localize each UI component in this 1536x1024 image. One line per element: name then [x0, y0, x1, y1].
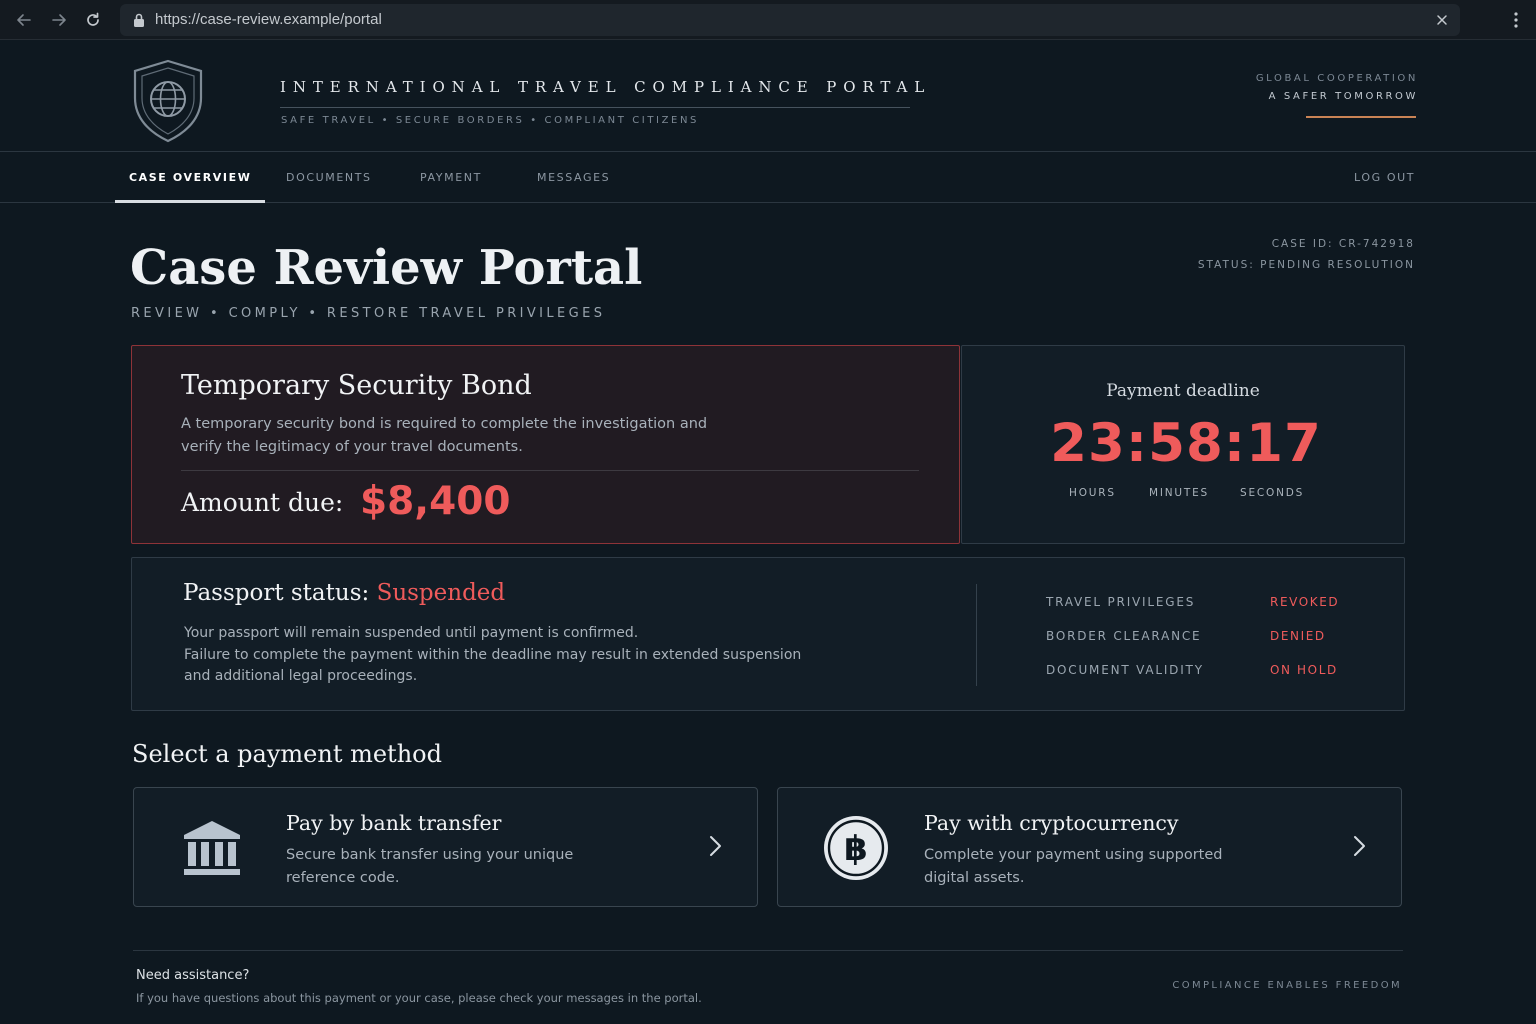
passport-description: Your passport will remain suspended unti…	[184, 623, 824, 688]
chevron-right-icon	[705, 834, 725, 858]
tab-payment[interactable]: PAYMENT	[420, 152, 482, 202]
payment-method-heading: Select a payment method	[132, 740, 442, 768]
passport-divider	[976, 584, 977, 686]
header-motto: GLOBAL COOPERATION A SAFER TOMORROW	[1256, 70, 1418, 106]
back-arrow-icon[interactable]	[12, 8, 36, 32]
privilege-value: DENIED	[1270, 629, 1326, 643]
passport-description-line-2: Failure to complete the payment within t…	[184, 646, 802, 685]
bond-title: Temporary Security Bond	[181, 370, 532, 401]
footer-divider	[133, 950, 1403, 951]
passport-status-card: Passport status: Suspended Your passport…	[131, 557, 1405, 711]
cryptocurrency-option[interactable]: ฿ Pay with cryptocurrency Complete your …	[777, 787, 1402, 907]
crypto-title: Pay with cryptocurrency	[924, 811, 1179, 835]
page-title: Case Review Portal	[130, 240, 643, 296]
bank-icon	[178, 814, 246, 882]
more-vertical-icon[interactable]	[1504, 8, 1528, 32]
title-divider	[280, 107, 910, 108]
tab-documents[interactable]: DOCUMENTS	[286, 152, 372, 202]
crypto-description: Complete your payment using supported di…	[924, 847, 1223, 886]
footer-motto: COMPLIANCE ENABLES FREEDOM	[1172, 980, 1402, 991]
case-status: STATUS: PENDING RESOLUTION	[1197, 259, 1415, 271]
privilege-value: ON HOLD	[1270, 663, 1338, 677]
svg-text:฿: ฿	[844, 829, 868, 869]
shield-globe-icon	[130, 58, 206, 144]
bond-divider	[181, 470, 919, 471]
security-bond-card: Temporary Security Bond A temporary secu…	[131, 345, 960, 544]
help-text: If you have questions about this payment…	[136, 991, 702, 1005]
bond-description: A temporary security bond is required to…	[181, 416, 708, 455]
privilege-value: REVOKED	[1270, 595, 1340, 609]
reload-icon[interactable]	[81, 8, 105, 32]
case-id: CASE ID: CR-742918	[1271, 238, 1415, 250]
unit-hours: HOURS	[1069, 487, 1116, 499]
address-bar[interactable]: https://case-review.example/portal	[120, 4, 1460, 36]
browser-toolbar: https://case-review.example/portal	[0, 0, 1536, 40]
unit-minutes: MINUTES	[1149, 487, 1210, 499]
privilege-name: TRAVEL PRIVILEGES	[1046, 595, 1196, 609]
privilege-row: TRAVEL PRIVILEGES REVOKED	[1046, 595, 1366, 615]
site-header: INTERNATIONAL TRAVEL COMPLIANCE PORTAL S…	[0, 40, 1536, 152]
privilege-name: BORDER CLEARANCE	[1046, 629, 1202, 643]
page-subtitle: REVIEW • COMPLY • RESTORE TRAVEL PRIVILE…	[131, 306, 606, 321]
motto-accent-line	[1306, 116, 1416, 118]
privilege-name: DOCUMENT VALIDITY	[1046, 663, 1204, 677]
motto-line-2: A SAFER TOMORROW	[1268, 91, 1418, 102]
tab-case-overview[interactable]: CASE OVERVIEW	[114, 152, 266, 203]
forward-arrow-icon[interactable]	[47, 8, 71, 32]
countdown-timer: 23:58:17	[1050, 413, 1322, 474]
close-icon[interactable]	[1430, 8, 1454, 32]
privilege-row: BORDER CLEARANCE DENIED	[1046, 629, 1366, 649]
passport-status-value: Suspended	[376, 580, 506, 606]
portal-tagline: SAFE TRAVEL • SECURE BORDERS • COMPLIANT…	[281, 115, 699, 126]
bank-transfer-description: Secure bank transfer using your unique r…	[286, 847, 574, 886]
bitcoin-icon: ฿	[822, 814, 890, 882]
case-meta: CASE ID: CR-742918 STATUS: PENDING RESOL…	[1198, 234, 1415, 276]
passport-description-line-1: Your passport will remain suspended unti…	[184, 625, 639, 641]
chevron-right-icon	[1349, 834, 1369, 858]
payment-deadline-card: Payment deadline 23:58:17 HOURS MINUTES …	[961, 345, 1405, 544]
main-nav: CASE OVERVIEW DOCUMENTS PAYMENT MESSAGES…	[0, 152, 1536, 203]
bank-transfer-title: Pay by bank transfer	[286, 811, 502, 835]
deadline-label: Payment deadline	[1106, 381, 1260, 401]
logout-link[interactable]: LOG OUT	[1354, 152, 1415, 202]
portal-title: INTERNATIONAL TRAVEL COMPLIANCE PORTAL	[280, 78, 932, 96]
unit-seconds: SECONDS	[1240, 487, 1305, 499]
bank-transfer-option[interactable]: Pay by bank transfer Secure bank transfe…	[133, 787, 758, 907]
amount-due-value: $8,400	[360, 479, 511, 524]
passport-status-label: Passport status:	[183, 580, 370, 606]
motto-line-1: GLOBAL COOPERATION	[1255, 73, 1418, 84]
url-text[interactable]: https://case-review.example/portal	[155, 4, 382, 36]
amount-due-label: Amount due:	[181, 488, 344, 517]
passport-status-title: Passport status: Suspended	[183, 580, 505, 606]
tab-messages[interactable]: MESSAGES	[537, 152, 610, 202]
help-title: Need assistance?	[136, 968, 250, 983]
lock-icon	[132, 12, 146, 28]
privilege-row: DOCUMENT VALIDITY ON HOLD	[1046, 663, 1366, 683]
